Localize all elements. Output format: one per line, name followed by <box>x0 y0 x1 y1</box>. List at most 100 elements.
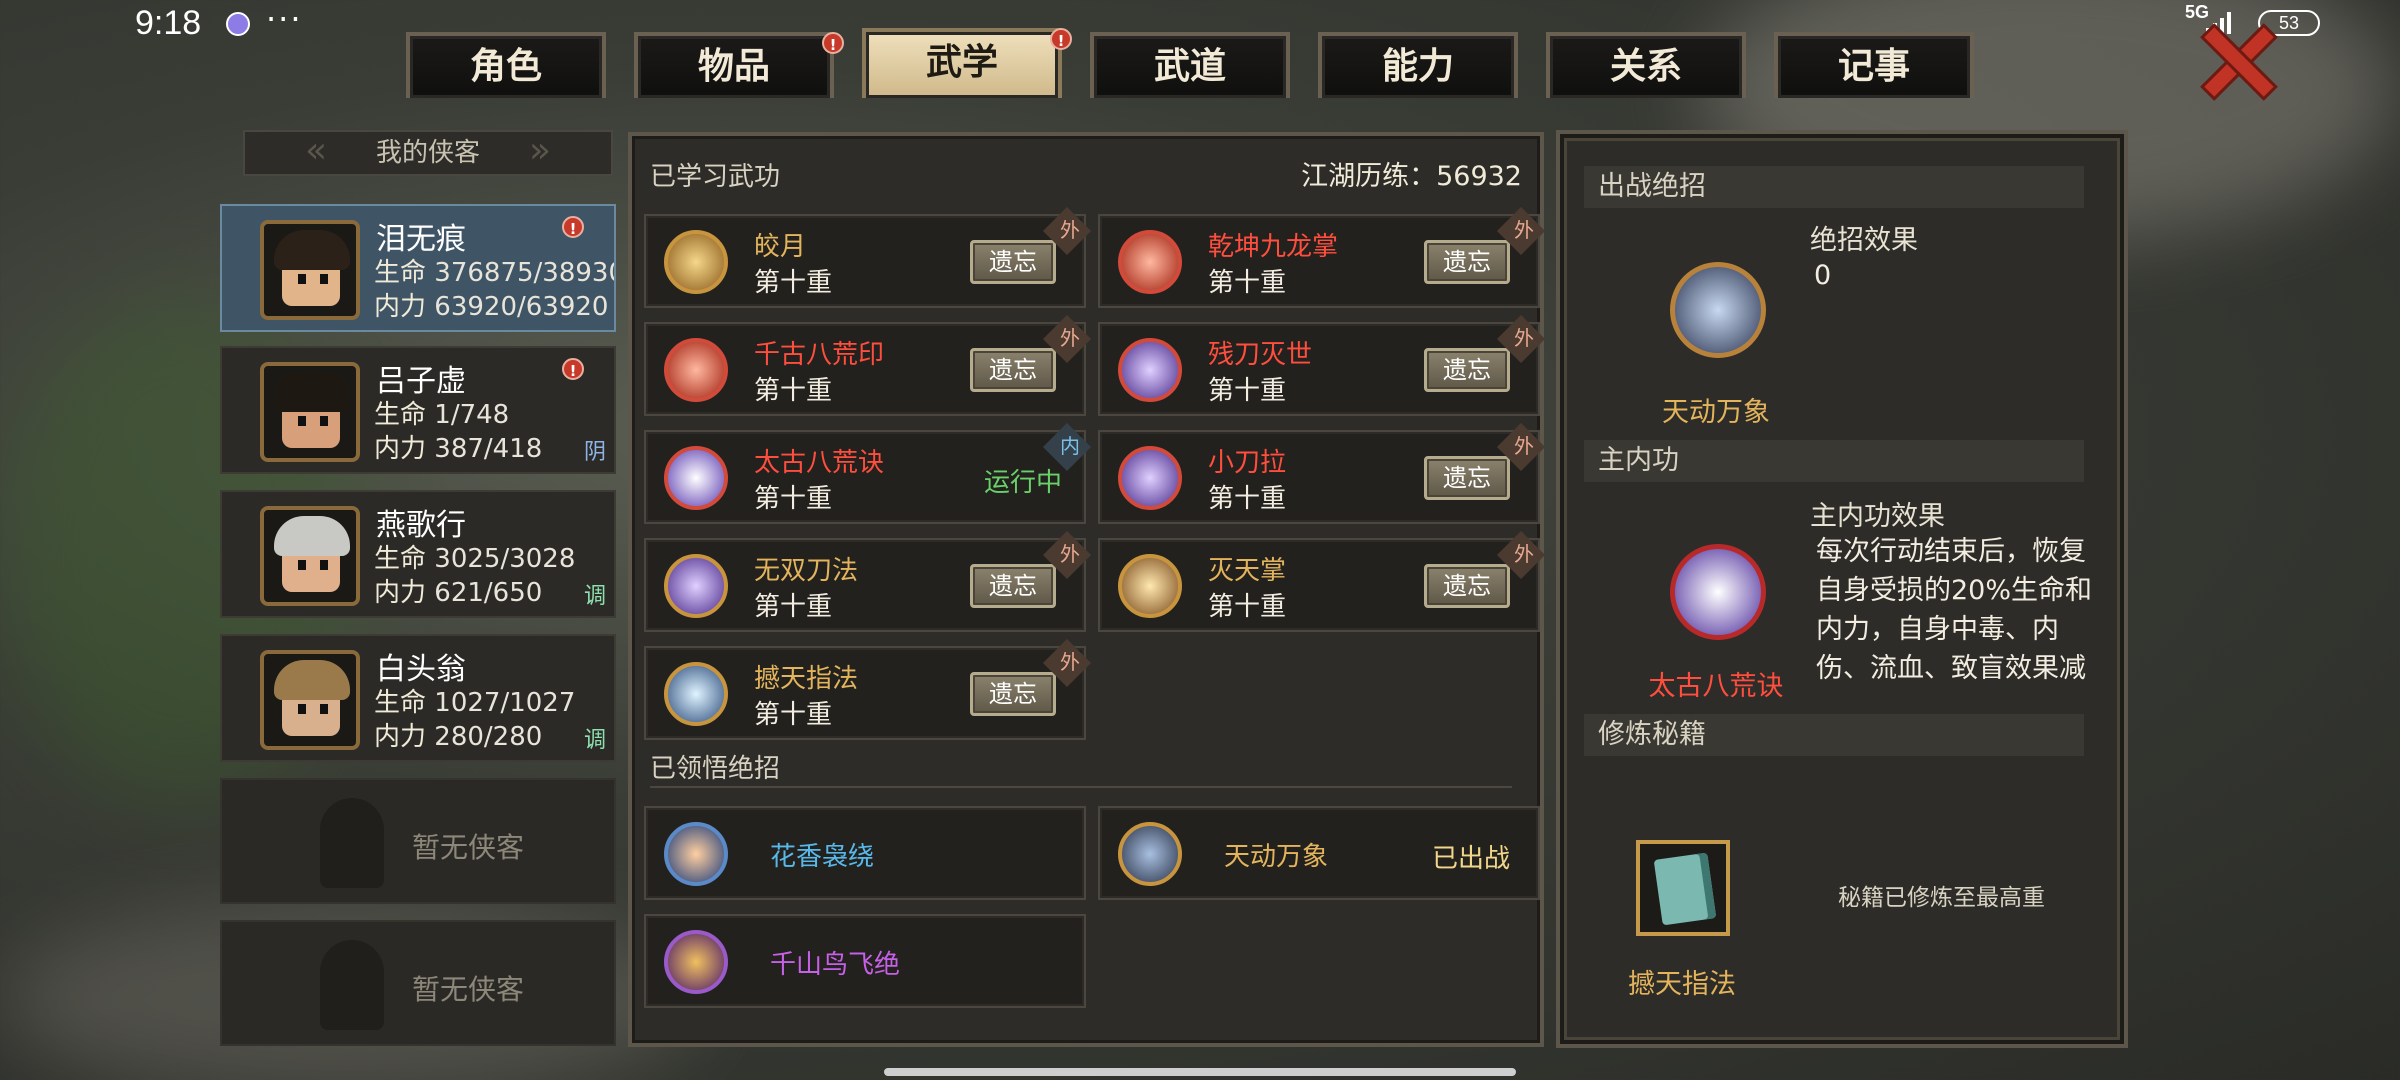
skill-card[interactable]: 无双刀法 第十重 遗忘 外 <box>644 530 1092 632</box>
skill-card[interactable]: 残刀灭世 第十重 遗忘 外 <box>1098 314 1546 416</box>
skill-level: 第十重 <box>754 268 833 298</box>
seal-skill-icon <box>664 338 728 402</box>
tab-role[interactable]: 角色 <box>406 32 606 98</box>
skill-level: 第十重 <box>754 376 833 406</box>
knife-skill-icon <box>1118 446 1182 510</box>
tab-label: 武学 <box>925 42 998 83</box>
skill-level: 第十重 <box>1208 268 1287 298</box>
skill-type-tag: 外 <box>1514 434 1534 458</box>
skill-type-tag: 外 <box>1060 326 1080 350</box>
hero-hp: 生命 1027/1027 <box>374 682 575 719</box>
ultimate-name: 天动万象 <box>1224 842 1329 872</box>
hero-card[interactable]: 泪无痕 生命 376875/389309 内力 63920/63920 ! <box>220 204 616 332</box>
home-indicator[interactable] <box>884 1068 1516 1076</box>
section-divider <box>650 786 1512 788</box>
close-icon[interactable] <box>2198 24 2278 98</box>
empty-hero-slot: 暂无侠客 <box>220 920 616 1046</box>
battery-level: 53 <box>2278 13 2300 33</box>
ultimate-card[interactable]: 千山鸟飞绝 <box>644 914 1086 1008</box>
hero-card[interactable]: 白头翁 生命 1027/1027 内力 280/280 调 <box>220 634 616 762</box>
manual-status: 秘籍已修炼至最高重 <box>1838 885 2045 911</box>
deployed-status: 已出战 <box>1431 844 1510 874</box>
hero-avatar <box>260 362 360 462</box>
bird-ultimate-icon <box>664 930 728 994</box>
tab-items[interactable]: 物品! <box>634 32 844 98</box>
ultimate-card[interactable]: 花香袅绕 <box>644 806 1086 900</box>
tab-label: 角色 <box>469 46 542 87</box>
hp-value: 376875/389309 <box>434 258 614 288</box>
hp-value: 1027/1027 <box>434 688 576 718</box>
hero-mp: 内力 280/280 <box>374 716 542 753</box>
hero-card[interactable]: 吕子虚 生命 1/748 内力 387/418 阴 ! <box>220 346 616 474</box>
skill-card[interactable]: 小刀拉 第十重 遗忘 外 <box>1098 422 1546 524</box>
ultimate-card[interactable]: 天动万象 已出战 <box>1098 806 1540 900</box>
dragon-palm-icon <box>1118 230 1182 294</box>
status-time: 9:18 <box>135 4 202 42</box>
hero-card[interactable]: 燕歌行 生命 3025/3028 内力 621/650 调 <box>220 490 616 618</box>
forget-button[interactable]: 遗忘 <box>1424 456 1510 500</box>
mp-label: 内力 <box>374 292 427 322</box>
forget-button[interactable]: 遗忘 <box>970 672 1056 716</box>
hero-alert-badge: ! <box>562 216 584 238</box>
finger-skill-icon <box>664 662 728 726</box>
skill-type-tag: 外 <box>1514 542 1534 566</box>
skill-card[interactable]: 灭天掌 第十重 遗忘 外 <box>1098 530 1546 632</box>
skill-card[interactable]: 太古八荒诀 第十重 运行中 内 <box>644 422 1092 524</box>
skill-level: 第十重 <box>754 700 833 730</box>
hero-alert-badge: ! <box>562 358 584 380</box>
battle-effect-label: 绝招效果 <box>1810 225 1918 256</box>
tab-journal[interactable]: 记事 <box>1774 32 1974 98</box>
mp-value: 387/418 <box>434 434 543 464</box>
inner-art-header: 主内功 <box>1584 440 2084 482</box>
tab-alert-badge: ! <box>1050 28 1072 50</box>
empty-slot-label: 暂无侠客 <box>412 973 525 1006</box>
inner-art-icon <box>664 446 728 510</box>
mp-label: 内力 <box>374 722 427 752</box>
battle-ultimate-name: 天动万象 <box>1662 397 1770 428</box>
skill-type-tag: 外 <box>1514 326 1534 350</box>
tab-martial-way[interactable]: 武道 <box>1090 32 1290 98</box>
forget-button[interactable]: 遗忘 <box>1424 564 1510 608</box>
skill-name: 撼天指法 <box>754 664 859 694</box>
battle-ultimate-emblem[interactable] <box>1630 222 1800 392</box>
forget-button[interactable]: 遗忘 <box>970 348 1056 392</box>
tab-abilities[interactable]: 能力 <box>1318 32 1518 98</box>
tab-label: 武道 <box>1153 46 1226 87</box>
tab-relations[interactable]: 关系 <box>1546 32 1746 98</box>
flower-ultimate-icon <box>664 822 728 886</box>
forget-button[interactable]: 遗忘 <box>970 564 1056 608</box>
hero-avatar <box>260 220 360 320</box>
ultimate-name: 千山鸟飞绝 <box>770 950 901 980</box>
forget-button[interactable]: 遗忘 <box>1424 348 1510 392</box>
skill-type-tag: 外 <box>1060 650 1080 674</box>
skill-card[interactable]: 皎月 第十重 遗忘 外 <box>644 206 1092 308</box>
tab-label: 关系 <box>1609 46 1682 87</box>
ultimates-title: 已领悟绝招 <box>650 754 781 784</box>
skill-level: 第十重 <box>754 592 833 622</box>
tab-label: 物品 <box>697 46 770 87</box>
manual-name: 撼天指法 <box>1628 969 1736 1000</box>
skill-name: 乾坤九龙掌 <box>1208 232 1339 262</box>
forget-button[interactable]: 遗忘 <box>1424 240 1510 284</box>
tab-martial-arts[interactable]: 武学! <box>862 28 1072 98</box>
manual-header: 修炼秘籍 <box>1584 714 2084 756</box>
tab-label: 能力 <box>1381 46 1454 87</box>
skill-name: 无双刀法 <box>754 556 859 586</box>
hero-avatar <box>260 506 360 606</box>
inner-art-emblem[interactable] <box>1630 504 1800 674</box>
skill-type-tag: 外 <box>1060 218 1080 242</box>
skill-card[interactable]: 千古八荒印 第十重 遗忘 外 <box>644 314 1092 416</box>
manual-book-icon[interactable] <box>1636 840 1730 936</box>
empty-slot-label: 暂无侠客 <box>412 831 525 864</box>
skill-card[interactable]: 乾坤九龙掌 第十重 遗忘 外 <box>1098 206 1546 308</box>
forget-button[interactable]: 遗忘 <box>970 240 1056 284</box>
skill-card[interactable]: 撼天指法 第十重 遗忘 外 <box>644 638 1092 740</box>
hero-mp: 内力 387/418 <box>374 428 542 465</box>
empty-hero-slot: 暂无侠客 <box>220 778 616 904</box>
mp-value: 63920/63920 <box>434 292 609 322</box>
mp-label: 内力 <box>374 578 427 608</box>
skill-type-tag: 外 <box>1514 218 1534 242</box>
inner-effect-text: 每次行动结束后，恢复自身受损的20%生命和内力，自身中毒、内伤、流血、致盲效果减… <box>1816 536 2093 684</box>
inner-art-icon <box>1670 544 1766 640</box>
experience-counter: 江湖历练：56932 <box>1301 161 1522 192</box>
